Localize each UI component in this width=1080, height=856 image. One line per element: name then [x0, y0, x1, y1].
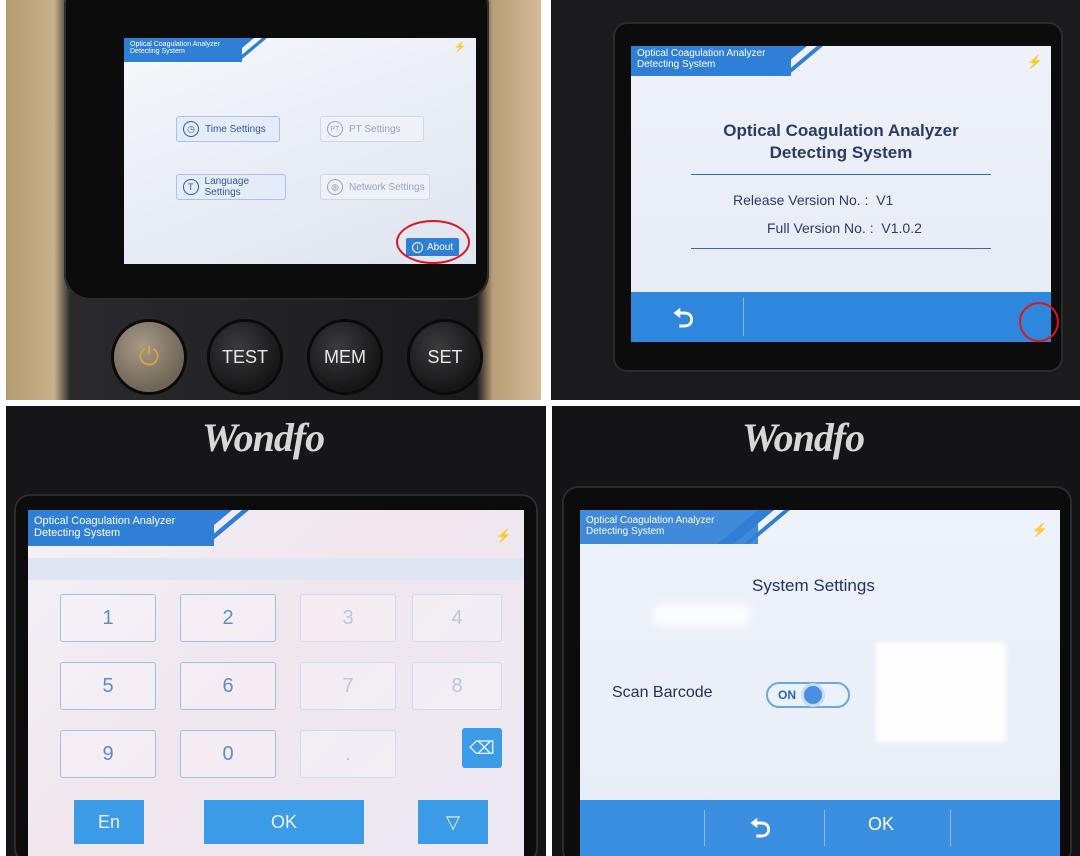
- brand-logo: Wondfo: [202, 415, 325, 460]
- divider: [704, 810, 705, 846]
- full-version-row: Full Version No. : V1.0.2: [767, 220, 922, 236]
- power-icon: ⏻: [138, 341, 160, 371]
- highlight-circle: [1019, 302, 1059, 342]
- release-version-row: Release Version No. : V1: [733, 192, 894, 208]
- back-button[interactable]: ⮌: [673, 300, 694, 342]
- power-button[interactable]: ⏻: [114, 322, 184, 392]
- key-8[interactable]: 8: [412, 662, 502, 710]
- lightning-icon: ⚡: [1026, 54, 1043, 69]
- key-3[interactable]: 3: [300, 594, 396, 642]
- divider: [950, 810, 951, 846]
- network-settings-button[interactable]: ◍ Network Settings: [320, 174, 430, 200]
- photo-keypad-screen: Wondfo Optical Coagulation Analyzer Dete…: [6, 406, 546, 856]
- input-field[interactable]: [28, 558, 524, 580]
- photo-about-screen: Optical Coagulation Analyzer Detecting S…: [551, 0, 1080, 400]
- pt-icon: PT: [327, 121, 343, 137]
- divider: [691, 248, 991, 249]
- scan-barcode-label: Scan Barcode: [612, 684, 713, 701]
- collapse-keypad-button[interactable]: ▽: [418, 800, 488, 844]
- divider: [691, 174, 991, 175]
- test-button[interactable]: TEST: [210, 322, 280, 392]
- photo-system-settings: Wondfo Optical Coagulation Analyzer Dete…: [552, 406, 1080, 856]
- about-screen: Optical Coagulation Analyzer Detecting S…: [631, 46, 1051, 342]
- footer-bar: ⮌ OK: [580, 800, 1060, 856]
- system-settings-screen: Optical Coagulation Analyzer Detecting S…: [580, 510, 1060, 856]
- key-2[interactable]: 2: [180, 594, 276, 642]
- language-settings-button[interactable]: T Language Settings: [176, 174, 286, 200]
- brand-logo: Wondfo: [742, 415, 865, 460]
- screen-glare: [876, 642, 1006, 742]
- keypad-screen: Optical Coagulation Analyzer Detecting S…: [28, 510, 524, 856]
- time-settings-button[interactable]: ◷ Time Settings: [176, 116, 280, 142]
- divider: [743, 298, 744, 336]
- footer-bar: ⮌: [631, 292, 1051, 342]
- key-5[interactable]: 5: [60, 662, 156, 710]
- key-dot[interactable]: .: [300, 730, 396, 778]
- scan-barcode-toggle[interactable]: ON: [766, 682, 850, 708]
- key-9[interactable]: 9: [60, 730, 156, 778]
- key-6[interactable]: 6: [180, 662, 276, 710]
- highlight-circle: [396, 220, 470, 264]
- set-button[interactable]: SET: [410, 322, 480, 392]
- key-7[interactable]: 7: [300, 662, 396, 710]
- backspace-icon: ⌫: [469, 737, 495, 758]
- toggle-knob: [804, 686, 822, 704]
- language-toggle-button[interactable]: En: [74, 800, 144, 844]
- page-title: System Settings: [752, 576, 875, 595]
- key-0[interactable]: 0: [180, 730, 276, 778]
- back-button[interactable]: ⮌: [750, 810, 771, 854]
- lightning-icon: ⚡: [495, 528, 512, 543]
- language-icon: T: [183, 179, 199, 195]
- lightning-icon: ⚡: [1031, 522, 1048, 537]
- about-title: Optical Coagulation Analyzer Detecting S…: [723, 121, 959, 162]
- clock-icon: ◷: [183, 121, 199, 137]
- lightning-icon: ⚡: [453, 42, 466, 53]
- photo-main-menu: Optical Coagulation Analyzer Detecting S…: [6, 0, 541, 400]
- ok-button[interactable]: OK: [204, 800, 364, 844]
- key-4[interactable]: 4: [412, 594, 502, 642]
- pt-settings-button[interactable]: PT PT Settings: [320, 116, 424, 142]
- ok-button[interactable]: OK: [868, 814, 894, 835]
- globe-icon: ◍: [327, 179, 343, 195]
- screen-glare: [652, 604, 752, 626]
- key-1[interactable]: 1: [60, 594, 156, 642]
- mem-button[interactable]: MEM: [310, 322, 380, 392]
- divider: [824, 810, 825, 846]
- backspace-button[interactable]: ⌫: [462, 728, 502, 768]
- triangle-down-icon: ▽: [446, 811, 460, 832]
